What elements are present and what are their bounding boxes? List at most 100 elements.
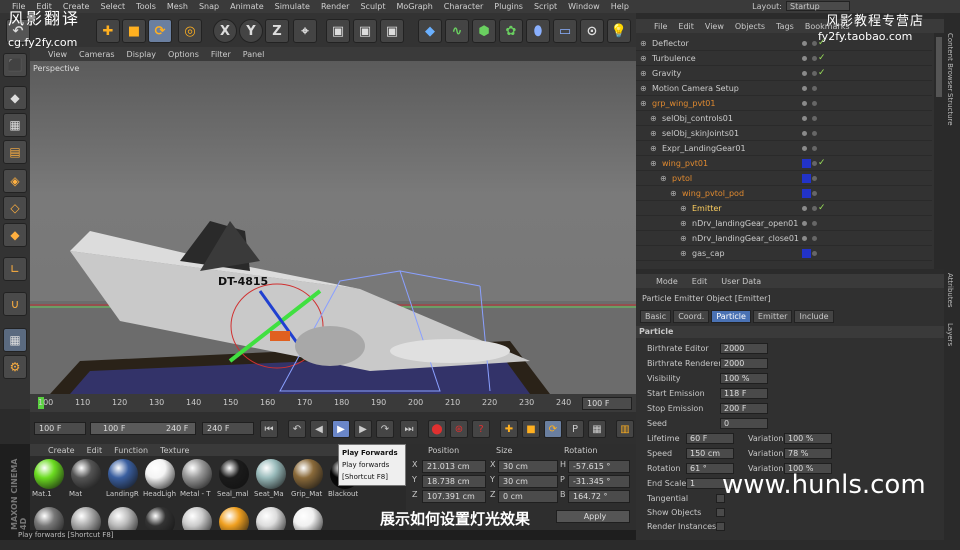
material-menu-texture[interactable]: Texture: [160, 446, 189, 455]
property-value-field[interactable]: 0: [720, 418, 768, 429]
property-value-field[interactable]: 2000: [720, 358, 768, 369]
last-tool-icon[interactable]: ◎: [178, 19, 202, 43]
material-swatch[interactable]: LandingR: [106, 458, 140, 502]
position-field[interactable]: 18.738 cm: [422, 475, 486, 488]
menu-render[interactable]: Render: [321, 2, 349, 11]
tab-particle[interactable]: Particle: [711, 310, 751, 323]
scheme-icon[interactable]: ▥: [616, 420, 634, 438]
tab-coord[interactable]: Coord.: [673, 310, 710, 323]
go-to-end-icon[interactable]: ⏭: [400, 420, 418, 438]
material-menu-edit[interactable]: Edit: [87, 446, 103, 455]
model-mode-icon[interactable]: ⬛: [3, 53, 27, 77]
attribute-menu-user-data[interactable]: User Data: [721, 277, 761, 286]
timeline-end-field[interactable]: 100 F: [582, 397, 632, 410]
object-mode-icon[interactable]: ◆: [3, 86, 27, 110]
lock-workplane-icon[interactable]: ⚙: [3, 355, 27, 379]
menu-window[interactable]: Window: [568, 2, 600, 11]
key-scale-icon[interactable]: ■: [522, 420, 540, 438]
render-dot[interactable]: [812, 191, 817, 196]
coordinate-system-icon[interactable]: ⌖: [293, 19, 317, 43]
size-field[interactable]: 0 cm: [498, 490, 558, 503]
variation-value-field[interactable]: 78 %: [784, 448, 832, 459]
object-menu-edit[interactable]: Edit: [678, 22, 694, 31]
key-position-icon[interactable]: ✚: [500, 420, 518, 438]
visibility-dot[interactable]: [802, 41, 807, 46]
deformer-icon[interactable]: ⬮: [526, 19, 550, 43]
size-field[interactable]: 30 cm: [498, 475, 558, 488]
visibility-dot[interactable]: [802, 101, 807, 106]
position-field[interactable]: 21.013 cm: [422, 460, 486, 473]
move-tool-icon[interactable]: ✚: [96, 19, 120, 43]
render-dot[interactable]: [812, 101, 817, 106]
camera-icon[interactable]: ⊙: [580, 19, 604, 43]
y-axis-icon[interactable]: Y: [239, 19, 263, 43]
tab-basic[interactable]: Basic: [640, 310, 672, 323]
property-value-field[interactable]: 2000: [720, 343, 768, 354]
object-row[interactable]: ⊕ Motion Camera Setup: [636, 81, 932, 96]
render-dot[interactable]: [812, 236, 817, 241]
viewport-menu-options[interactable]: Options: [168, 50, 199, 59]
menu-select[interactable]: Select: [100, 2, 125, 11]
play-forwards-icon[interactable]: ▶: [332, 420, 350, 438]
side-tab-layers[interactable]: Layers: [946, 323, 954, 346]
next-key-icon[interactable]: ▶: [354, 420, 372, 438]
side-tab-content-browser[interactable]: Content Browser: [946, 33, 954, 91]
object-row[interactable]: ⊕ Emitter ✓: [636, 201, 932, 216]
visibility-dot[interactable]: [802, 86, 807, 91]
polygons-mode-icon[interactable]: ◆: [3, 223, 27, 247]
render-dot[interactable]: [812, 41, 817, 46]
enabled-check-icon[interactable]: ✓: [818, 201, 826, 216]
previous-key-icon[interactable]: ◀: [310, 420, 328, 438]
enabled-check-icon[interactable]: ✓: [818, 156, 826, 171]
material-swatch[interactable]: Grip_Mat: [291, 458, 325, 502]
material-menu-function[interactable]: Function: [114, 446, 148, 455]
tab-include[interactable]: Include: [794, 310, 834, 323]
material-swatch[interactable]: Seal_mal: [217, 458, 251, 502]
render-dot[interactable]: [812, 161, 817, 166]
menu-plugins[interactable]: Plugins: [494, 2, 523, 11]
menu-character[interactable]: Character: [444, 2, 484, 11]
material-swatch[interactable]: Seat_Ma: [254, 458, 288, 502]
checkbox[interactable]: [716, 522, 725, 531]
array-icon[interactable]: ✿: [499, 19, 523, 43]
loop-back-icon[interactable]: ↶: [288, 420, 306, 438]
object-row[interactable]: ⊕ selObj_skinJoints01: [636, 126, 932, 141]
object-row[interactable]: ⊕ grp_wing_pvt01: [636, 96, 932, 111]
attribute-menu-mode[interactable]: Mode: [656, 277, 678, 286]
attribute-menu-edit[interactable]: Edit: [692, 277, 708, 286]
material-swatch[interactable]: Metal - T: [180, 458, 214, 502]
object-menu-tags[interactable]: Tags: [776, 22, 794, 31]
light-icon[interactable]: 💡: [607, 19, 631, 43]
x-axis-icon[interactable]: X: [213, 19, 237, 43]
size-field[interactable]: 30 cm: [498, 460, 558, 473]
object-row[interactable]: ⊕ Turbulence ✓: [636, 51, 932, 66]
autokey-icon[interactable]: ⊛: [450, 420, 468, 438]
material-swatch[interactable]: Mat: [69, 458, 103, 502]
floor-icon[interactable]: ▭: [553, 19, 577, 43]
object-row[interactable]: ⊕ wing_pvtol_pod: [636, 186, 932, 201]
keyframe-selection-icon[interactable]: ?: [472, 420, 490, 438]
visibility-dot[interactable]: [802, 146, 807, 151]
render-dot[interactable]: [812, 71, 817, 76]
property-value-field[interactable]: 150 cm: [686, 448, 734, 459]
apply-button[interactable]: Apply: [556, 510, 630, 523]
visibility-dot[interactable]: [802, 206, 807, 211]
material-swatch[interactable]: [106, 506, 140, 550]
viewport-menu-view[interactable]: View: [48, 50, 67, 59]
variation-value-field[interactable]: 100 %: [784, 433, 832, 444]
material-swatch[interactable]: [32, 506, 66, 550]
side-tab-attributes[interactable]: Attributes: [946, 273, 954, 308]
menu-mesh[interactable]: Mesh: [167, 2, 188, 11]
render-dot[interactable]: [812, 251, 817, 256]
viewport-menu-filter[interactable]: Filter: [211, 50, 231, 59]
nurbs-icon[interactable]: ⬢: [472, 19, 496, 43]
visibility-dot[interactable]: [802, 56, 807, 61]
loop-forward-icon[interactable]: ↷: [376, 420, 394, 438]
points-mode-icon[interactable]: ◈: [3, 169, 27, 193]
record-active-icon[interactable]: ⬤: [428, 420, 446, 438]
timeline-ruler[interactable]: 100 F 100 110 120 130 140 150 160 170 180 190 200 2…: [30, 394, 636, 412]
render-dot[interactable]: [812, 56, 817, 61]
object-row[interactable]: ⊕ gas_cap: [636, 246, 932, 261]
scale-tool-icon[interactable]: ■: [122, 19, 146, 43]
object-row[interactable]: ⊕ nDrv_landingGear_open01: [636, 216, 932, 231]
